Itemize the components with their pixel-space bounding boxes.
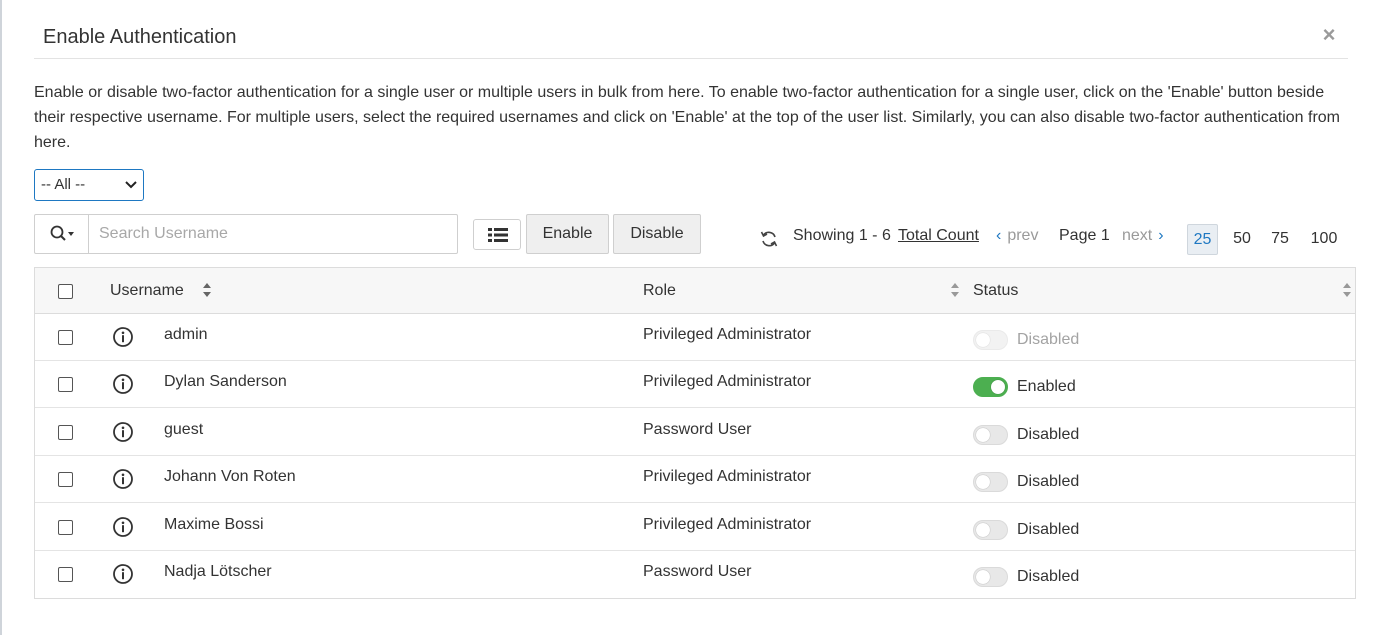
search-icon: [50, 225, 74, 241]
table-header: Username Role Status: [35, 268, 1355, 314]
column-role[interactable]: Role: [643, 282, 676, 300]
status-toggle[interactable]: [973, 520, 1008, 540]
role-cell: Privileged Administrator: [643, 373, 812, 390]
info-icon[interactable]: [112, 468, 134, 490]
dialog-title: Enable Authentication: [43, 26, 237, 48]
table-row: guest Password User Disabled: [35, 409, 1355, 456]
search-input[interactable]: [90, 215, 456, 253]
search-box: [34, 214, 458, 254]
toggle-knob: [976, 475, 990, 489]
window-edge: [0, 0, 2, 635]
role-cell: Privileged Administrator: [643, 326, 812, 343]
row-checkbox[interactable]: [58, 330, 73, 345]
page-size-75[interactable]: 75: [1267, 224, 1293, 255]
chevron-left-icon: ‹: [996, 227, 1002, 244]
toggle-knob: [976, 333, 990, 347]
username-cell: Nadja Lötscher: [164, 563, 272, 580]
column-status[interactable]: Status: [973, 282, 1018, 300]
row-checkbox[interactable]: [58, 377, 73, 392]
toggle-knob: [976, 570, 990, 584]
sort-icon[interactable]: [1342, 281, 1352, 299]
page-size-100[interactable]: 100: [1305, 224, 1343, 255]
role-filter-select[interactable]: -- All --: [34, 169, 144, 201]
close-icon[interactable]: ×: [1318, 24, 1340, 46]
status-toggle[interactable]: [973, 425, 1008, 445]
username-cell: guest: [164, 421, 204, 438]
status-label: Enabled: [1017, 378, 1076, 395]
status-label: Disabled: [1017, 473, 1080, 490]
column-username[interactable]: Username: [110, 282, 184, 300]
page-size-50[interactable]: 50: [1229, 224, 1255, 255]
role-cell: Privileged Administrator: [643, 516, 812, 533]
info-icon[interactable]: [112, 421, 134, 443]
prev-page-link[interactable]: ‹ prev: [996, 227, 1038, 255]
role-cell: Password User: [643, 421, 752, 438]
dialog-header: Enable Authentication ×: [34, 22, 1348, 59]
toggle-knob: [991, 380, 1005, 394]
username-cell: Maxime Bossi: [164, 516, 264, 533]
total-count-link[interactable]: Total Count: [898, 227, 979, 255]
next-page-link[interactable]: next ›: [1122, 227, 1164, 255]
chevron-right-icon: ›: [1158, 227, 1164, 244]
dialog-description: Enable or disable two-factor authenticat…: [34, 84, 1340, 151]
info-icon[interactable]: [112, 373, 134, 395]
info-icon[interactable]: [112, 326, 134, 348]
status-label: Disabled: [1017, 426, 1080, 443]
status-toggle[interactable]: [973, 567, 1008, 587]
refresh-icon[interactable]: [759, 229, 779, 249]
disable-button[interactable]: Disable: [613, 214, 701, 254]
status-label: Disabled: [1017, 521, 1080, 538]
toggle-knob: [976, 428, 990, 442]
info-icon[interactable]: [112, 563, 134, 585]
row-checkbox[interactable]: [58, 472, 73, 487]
role-filter-value: -- All --: [41, 176, 86, 193]
next-label: next: [1122, 227, 1153, 244]
username-cell: admin: [164, 326, 208, 343]
sort-icon[interactable]: [202, 281, 212, 299]
page-indicator: Page 1: [1059, 227, 1110, 244]
showing-range: Showing 1 - 6: [793, 227, 891, 244]
info-icon[interactable]: [112, 516, 134, 538]
chevron-down-icon: [125, 175, 137, 198]
table-row: Nadja Lötscher Password User Disabled: [35, 551, 1355, 598]
status-toggle[interactable]: [973, 472, 1008, 492]
table-row: Dylan Sanderson Privileged Administrator E…: [35, 361, 1355, 408]
prev-label: prev: [1007, 227, 1039, 244]
table-row: Johann Von Roten Privileged Administrator…: [35, 456, 1355, 503]
users-table: Username Role Status admin Privileged Adm…: [34, 267, 1356, 599]
status-label: Disabled: [1017, 568, 1080, 585]
row-checkbox[interactable]: [58, 520, 73, 535]
row-checkbox[interactable]: [58, 425, 73, 440]
table-row: admin Privileged Administrator Disabled: [35, 314, 1355, 361]
page-size-25[interactable]: 25: [1187, 224, 1218, 255]
select-all-checkbox[interactable]: [58, 284, 73, 299]
search-options-button[interactable]: [35, 215, 89, 253]
role-cell: Privileged Administrator: [643, 468, 812, 485]
username-cell: Johann Von Roten: [164, 468, 296, 485]
row-checkbox[interactable]: [58, 567, 73, 582]
status-toggle[interactable]: [973, 377, 1008, 397]
username-cell: Dylan Sanderson: [164, 373, 287, 390]
role-cell: Password User: [643, 563, 752, 580]
sort-icon[interactable]: [950, 281, 960, 299]
toggle-knob: [976, 523, 990, 537]
enable-button[interactable]: Enable: [526, 214, 609, 254]
status-toggle: [973, 330, 1008, 350]
table-row: Maxime Bossi Privileged Administrator Disa…: [35, 504, 1355, 551]
list-icon: [488, 228, 508, 242]
status-label: Disabled: [1017, 331, 1080, 348]
column-chooser-button[interactable]: [473, 219, 521, 250]
